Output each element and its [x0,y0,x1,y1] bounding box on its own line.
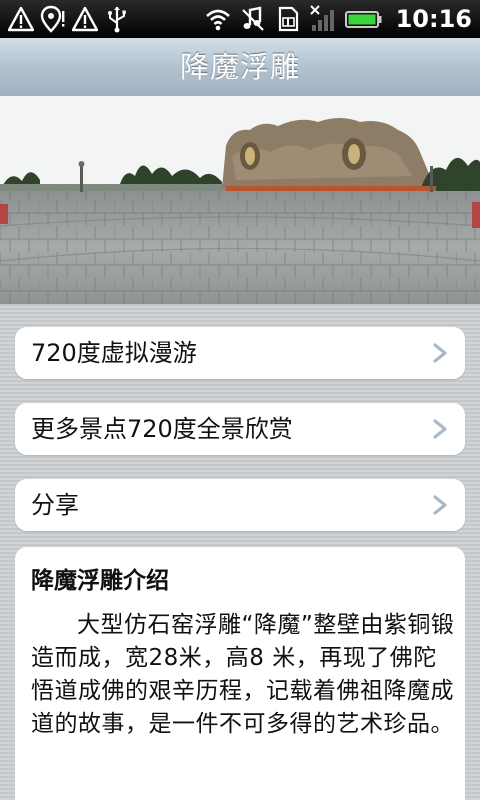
chevron-right-icon [431,419,449,439]
status-bar: 10:16 [0,0,480,38]
menu-item-label: 更多景点720度全景欣赏 [31,415,293,443]
content-area: 720度虚拟漫游 更多景点720度全景欣赏 分享 降魔浮雕介绍 大型仿石窑浮雕“… [0,304,480,800]
intro-card: 降魔浮雕介绍 大型仿石窑浮雕“降魔”整壁由紫铜锻造而成，宽28米，高8 米，再现… [15,547,465,800]
location-pin-icon [40,5,66,33]
usb-icon [104,5,130,33]
clock: 10:16 [395,5,472,33]
intro-title: 降魔浮雕介绍 [31,568,169,594]
warning-icon [8,5,34,33]
chevron-right-icon [431,343,449,363]
sim-icon [275,5,301,33]
menu-item-more-panoramas[interactable]: 更多景点720度全景欣赏 [15,403,465,455]
music-off-icon [240,5,266,33]
menu-item-label: 分享 [31,491,79,519]
menu-item-label: 720度虚拟漫游 [31,339,197,367]
title-bar: 降魔浮雕 [0,38,480,97]
intro-body: 大型仿石窑浮雕“降魔”整壁由紫铜锻造而成，宽28米，高8 米，再现了佛陀悟道成佛… [31,612,455,737]
system-icons: 10:16 [205,4,472,34]
page-title: 降魔浮雕 [179,50,300,84]
chevron-right-icon [431,495,449,515]
signal-icon [309,5,336,33]
battery-icon [344,5,383,33]
menu-item-virtual-tour[interactable]: 720度虚拟漫游 [15,327,465,379]
menu-item-share[interactable]: 分享 [15,479,465,531]
panorama-image[interactable] [0,96,480,304]
wifi-icon [205,5,231,33]
warning-icon [72,5,98,33]
notification-icons [8,4,130,34]
